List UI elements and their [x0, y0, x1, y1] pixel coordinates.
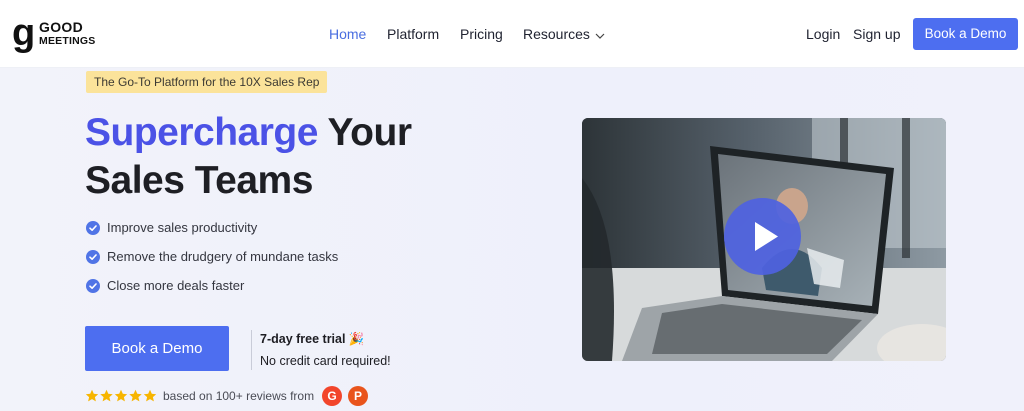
- play-button[interactable]: [724, 198, 801, 275]
- feature-text: Close more deals faster: [107, 278, 245, 293]
- nav-pricing[interactable]: Pricing: [460, 26, 503, 42]
- play-icon: [755, 222, 778, 251]
- producthunt-logo-icon[interactable]: P: [348, 386, 368, 406]
- nav-links: Home Platform Pricing Resources Login Si…: [0, 0, 1024, 68]
- headline-accent: Supercharge: [85, 111, 318, 154]
- top-navbar: g GOOD MEETINGS Home Platform Pricing Re…: [0, 0, 1024, 68]
- trial-title: 7-day free trial 🎉: [260, 332, 365, 346]
- feature-item: Improve sales productivity: [86, 217, 506, 246]
- check-circle-icon: [86, 279, 100, 293]
- headline-rest: Your: [317, 111, 412, 154]
- hero-book-demo-button[interactable]: Book a Demo: [85, 326, 229, 371]
- g2-logo-icon[interactable]: G: [322, 386, 342, 406]
- star-icon: [143, 389, 157, 402]
- feature-text: Remove the drudgery of mundane tasks: [107, 249, 339, 264]
- demo-video-thumbnail[interactable]: [582, 118, 946, 361]
- feature-item: Close more deals faster: [86, 275, 506, 304]
- star-icon: [114, 389, 128, 402]
- tagline-badge: The Go-To Platform for the 10X Sales Rep: [86, 71, 328, 93]
- nav-resources[interactable]: Resources: [523, 26, 605, 43]
- nav-book-demo-button[interactable]: Book a Demo: [913, 18, 1018, 50]
- trial-subtitle: No credit card required!: [260, 354, 391, 368]
- star-icon: [129, 389, 142, 402]
- hero-section: The Go-To Platform for the 10X Sales Rep…: [0, 68, 1024, 411]
- check-circle-icon: [86, 221, 100, 235]
- divider: [251, 330, 252, 370]
- feature-list: Improve sales productivity Remove the dr…: [86, 217, 506, 304]
- nav-home[interactable]: Home: [329, 26, 366, 42]
- login-link[interactable]: Login: [806, 26, 840, 42]
- nav-resources-label: Resources: [523, 26, 590, 42]
- star-icon: [100, 389, 113, 402]
- headline-line2: Sales Teams: [85, 159, 313, 202]
- feature-item: Remove the drudgery of mundane tasks: [86, 246, 506, 275]
- nav-platform[interactable]: Platform: [387, 26, 439, 42]
- feature-text: Improve sales productivity: [107, 220, 258, 235]
- star-icon: [85, 389, 99, 402]
- chevron-down-icon: [595, 27, 605, 43]
- check-circle-icon: [86, 250, 100, 264]
- reviews-text: based on 100+ reviews from: [163, 389, 315, 403]
- hero-headline: Supercharge Your Sales Teams: [85, 109, 505, 205]
- rating-stars: [85, 389, 157, 403]
- signup-link[interactable]: Sign up: [853, 26, 900, 42]
